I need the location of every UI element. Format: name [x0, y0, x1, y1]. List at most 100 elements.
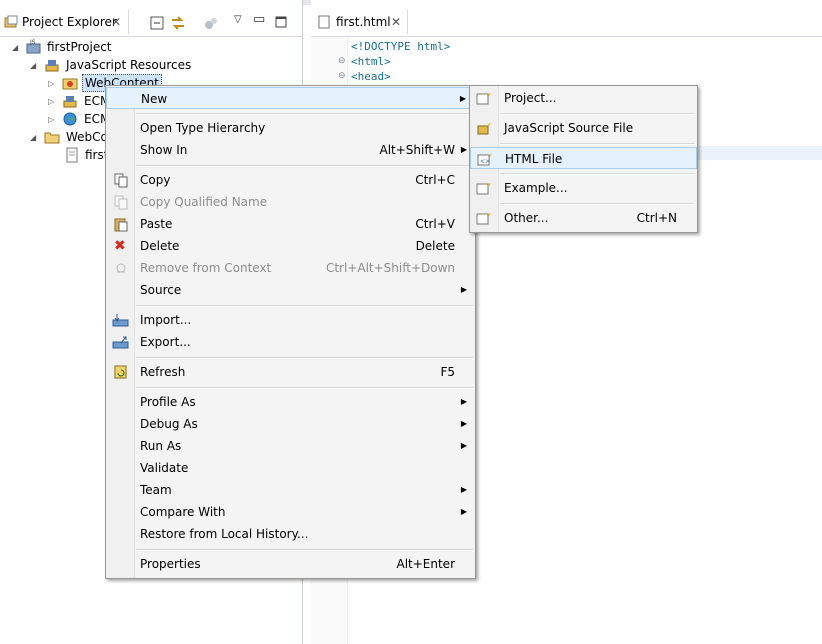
- new-submenu: Project... JavaScript Source File <> HTM…: [469, 85, 698, 233]
- shortcut-label: Alt+Shift+W: [379, 143, 456, 157]
- new-project-icon: [476, 91, 491, 105]
- focus-task-icon[interactable]: [203, 15, 219, 31]
- menu-item-import[interactable]: Import...: [106, 309, 475, 331]
- menu-item-label: Source: [140, 283, 182, 297]
- shortcut-label: F5: [440, 365, 455, 379]
- example-icon: [476, 181, 491, 195]
- menu-item-label: Remove from Context: [140, 261, 272, 275]
- tab-project-explorer[interactable]: Project Explorer ✕: [0, 10, 129, 34]
- copy-icon: [114, 173, 128, 188]
- menu-item-properties[interactable]: Properties Alt+Enter: [106, 553, 475, 575]
- paste-icon: [114, 218, 128, 232]
- menu-item-team[interactable]: Team ▶: [106, 479, 475, 501]
- menu-item-profile-as[interactable]: Profile As ▶: [106, 391, 475, 413]
- code-line[interactable]: <head>: [351, 70, 391, 83]
- collapsed-twisty-icon[interactable]: ▷: [48, 75, 54, 93]
- menu-item-label: Refresh: [140, 365, 186, 379]
- shortcut-label: Delete: [415, 239, 455, 253]
- menu-item-copy-qualified-name[interactable]: Copy Qualified Name: [106, 191, 475, 213]
- menu-separator: [136, 387, 473, 389]
- code-line[interactable]: <html>: [351, 55, 391, 68]
- menu-separator: [136, 357, 473, 359]
- close-icon[interactable]: ✕: [391, 10, 401, 34]
- delete-icon: ✖: [114, 238, 126, 254]
- menu-item-remove-from-context[interactable]: Remove from Context Ctrl+Alt+Shift+Down: [106, 257, 475, 279]
- tab-first-html[interactable]: first.html ✕: [311, 10, 408, 34]
- submenu-item-html-file[interactable]: <> HTML File: [470, 147, 697, 169]
- collapsed-twisty-icon[interactable]: ▷: [48, 93, 54, 111]
- submenu-arrow-icon: ▶: [459, 94, 466, 103]
- menu-item-restore-history[interactable]: Restore from Local History...: [106, 523, 475, 545]
- menu-item-debug-as[interactable]: Debug As ▶: [106, 413, 475, 435]
- menu-item-open-type-hierarchy[interactable]: Open Type Hierarchy: [106, 117, 475, 139]
- tab-project-explorer-label: Project Explorer: [22, 15, 117, 29]
- project-explorer-icon: [4, 15, 18, 28]
- menu-item-source[interactable]: Source ▶: [106, 279, 475, 301]
- menu-item-run-as[interactable]: Run As ▶: [106, 435, 475, 457]
- submenu-item-js-source[interactable]: JavaScript Source File: [470, 117, 697, 139]
- menu-item-compare-with[interactable]: Compare With ▶: [106, 501, 475, 523]
- submenu-arrow-icon: ▶: [460, 145, 467, 154]
- expanded-twisty-icon[interactable]: ◢: [30, 129, 36, 147]
- collapse-all-icon[interactable]: [150, 16, 164, 30]
- folder-open-icon: [44, 132, 60, 144]
- collapsed-twisty-icon[interactable]: ▷: [48, 111, 54, 129]
- other-wizard-icon: [476, 211, 491, 225]
- shortcut-label: Alt+Enter: [396, 557, 455, 571]
- menu-item-validate[interactable]: Validate: [106, 457, 475, 479]
- expanded-twisty-icon[interactable]: ◢: [30, 57, 36, 75]
- menu-item-export[interactable]: Export...: [106, 331, 475, 353]
- submenu-arrow-icon: ▶: [460, 507, 467, 516]
- menu-separator: [500, 173, 695, 175]
- shortcut-label: Ctrl+C: [415, 173, 455, 187]
- menu-item-label: Compare With: [140, 505, 226, 519]
- menu-separator: [136, 165, 473, 167]
- menu-item-label: Show In: [140, 143, 188, 157]
- minimize-icon[interactable]: ▭: [253, 12, 265, 27]
- menu-item-label: Restore from Local History...: [140, 527, 309, 541]
- menu-item-label: Project...: [504, 91, 557, 105]
- js-source-icon: [477, 121, 491, 135]
- expanded-twisty-icon[interactable]: ◢: [12, 39, 18, 57]
- close-icon[interactable]: ✕: [111, 10, 121, 34]
- editor-tabbar: first.html ✕: [311, 10, 822, 37]
- web-folder-icon: [62, 78, 78, 90]
- submenu-arrow-icon: ▶: [460, 419, 467, 428]
- menu-item-new[interactable]: New ▶: [106, 87, 475, 109]
- import-icon: [112, 314, 129, 327]
- menu-item-label: Delete: [140, 239, 180, 253]
- fold-icon[interactable]: ⊖: [338, 71, 346, 81]
- menu-item-copy[interactable]: Copy Ctrl+C: [106, 169, 475, 191]
- tree-item-label: JavaScript Resources: [66, 58, 192, 72]
- project-explorer-tabbar: Project Explorer ✕ ▽ ▭: [0, 10, 302, 37]
- submenu-arrow-icon: ▶: [460, 397, 467, 406]
- menu-item-label: Paste: [140, 217, 173, 231]
- tab-first-html-label: first.html: [336, 15, 391, 29]
- menu-item-paste[interactable]: Paste Ctrl+V: [106, 213, 475, 235]
- submenu-arrow-icon: ▶: [460, 285, 467, 294]
- menu-item-label: Profile As: [140, 395, 196, 409]
- copy-qualified-icon: [114, 195, 128, 210]
- js-project-icon: JS: [26, 39, 41, 54]
- menu-separator: [500, 143, 695, 145]
- submenu-item-other[interactable]: Other... Ctrl+N: [470, 207, 697, 229]
- fold-icon[interactable]: ⊖: [338, 56, 346, 66]
- menu-item-delete[interactable]: ✖ Delete Delete: [106, 235, 475, 257]
- menu-item-label: Other...: [504, 211, 549, 225]
- submenu-item-example[interactable]: Example...: [470, 177, 697, 199]
- code-line[interactable]: <!DOCTYPE html>: [351, 40, 450, 53]
- menu-item-label: Import...: [140, 313, 192, 327]
- link-with-editor-icon[interactable]: [170, 15, 186, 31]
- menu-separator: [500, 113, 695, 115]
- menu-item-label: Team: [140, 483, 172, 497]
- menu-item-refresh[interactable]: Refresh F5: [106, 361, 475, 383]
- menu-item-label: HTML File: [505, 152, 563, 166]
- menu-item-label: Copy: [140, 173, 171, 187]
- menu-item-show-in[interactable]: Show In Alt+Shift+W ▶: [106, 139, 475, 161]
- submenu-item-project[interactable]: Project...: [470, 87, 697, 109]
- maximize-icon[interactable]: [275, 16, 287, 28]
- tree-item-label: WebCo: [66, 130, 108, 144]
- menu-item-label: Open Type Hierarchy: [140, 121, 266, 135]
- view-menu-icon[interactable]: ▽: [234, 14, 242, 25]
- library-icon: [63, 96, 77, 108]
